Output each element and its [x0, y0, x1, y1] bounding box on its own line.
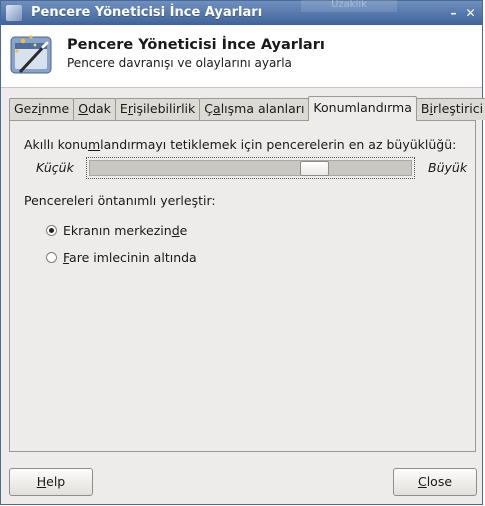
- tab-calisma-alanlari[interactable]: Çalışma alanları: [199, 98, 310, 120]
- slider-thumb[interactable]: [299, 161, 329, 176]
- radio-center-of-screen[interactable]: Ekranın merkezinde: [46, 223, 187, 238]
- placement-size-slider[interactable]: [86, 157, 415, 179]
- placement-panel: Akıllı konumlandırmayı tetiklemek için p…: [9, 120, 476, 452]
- tab-erisilebilirlik[interactable]: Erişilebilirlik: [114, 98, 201, 120]
- smart-placement-label: Akıllı konumlandırmayı tetiklemek için p…: [24, 137, 457, 152]
- window-menu-icon[interactable]: [6, 5, 22, 21]
- background-text: Uzaklık: [301, 0, 397, 12]
- tab-gezinme[interactable]: Gezinme: [9, 98, 75, 120]
- tab-birlestirici[interactable]: Birleştirici: [415, 98, 485, 120]
- radio-under-mouse[interactable]: Fare imlecinin altında: [46, 250, 197, 265]
- close-window-icon[interactable]: ✕: [464, 7, 477, 20]
- minimize-icon[interactable]: –: [447, 7, 460, 20]
- tab-bar: Gezinme Odak Erişilebilirlik Çalışma ala…: [9, 96, 485, 121]
- tab-konumlandirma[interactable]: Konumlandırma: [308, 96, 417, 121]
- window-title: Pencere Yöneticisi İnce Ayarları: [31, 5, 263, 20]
- settings-wand-icon: [10, 35, 52, 74]
- help-button[interactable]: Help: [9, 468, 93, 496]
- slider-trough[interactable]: [89, 160, 412, 176]
- tab-odak[interactable]: Odak: [73, 98, 116, 120]
- title-bar[interactable]: Pencere Yöneticisi İnce Ayarları Uzaklık…: [1, 0, 482, 25]
- radio-button-icon[interactable]: [46, 225, 57, 236]
- slider-min-label: Küçük: [36, 160, 74, 175]
- dialog-header: Pencere Yöneticisi İnce Ayarları Pencere…: [1, 25, 482, 88]
- header-subtitle: Pencere davranışı ve olaylarını ayarla: [67, 56, 292, 70]
- slider-max-label: Büyük: [428, 160, 468, 175]
- close-button[interactable]: Close: [393, 468, 477, 496]
- header-title: Pencere Yöneticisi İnce Ayarları: [67, 37, 325, 53]
- default-placement-label: Pencereleri öntanımlı yerleştir:: [24, 193, 216, 208]
- dialog-window: Pencere Yöneticisi İnce Ayarları Uzaklık…: [0, 0, 485, 505]
- radio-button-icon[interactable]: [46, 252, 57, 263]
